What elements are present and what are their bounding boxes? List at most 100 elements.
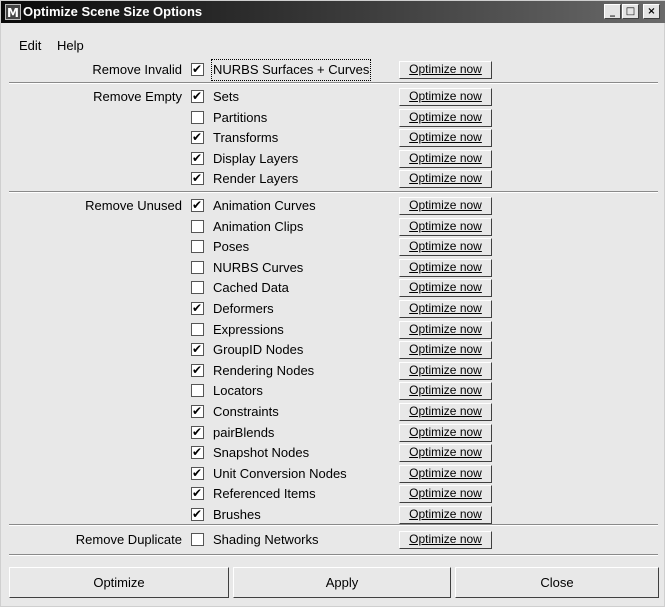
close-window-button[interactable]: × [643, 4, 660, 19]
option-label[interactable]: Snapshot Nodes [213, 443, 309, 463]
option-row: GroupID Nodes Optimize now [1, 340, 665, 360]
option-label[interactable]: Sets [213, 87, 239, 107]
optimize-now-button[interactable]: Optimize now [399, 444, 492, 462]
option-row: Poses Optimize now [1, 237, 665, 257]
option-label[interactable]: Shading Networks [213, 530, 319, 550]
menu-help[interactable]: Help [57, 37, 84, 55]
option-label[interactable]: Constraints [213, 402, 279, 422]
maya-app-icon[interactable]: M [5, 4, 21, 20]
optimize-now-button[interactable]: Optimize now [399, 150, 492, 168]
optimize-now-button[interactable]: Optimize now [399, 61, 492, 79]
optimize-now-button[interactable]: Optimize now [399, 218, 492, 236]
optimize-now-button[interactable]: Optimize now [399, 403, 492, 421]
section-label: Remove Duplicate [75, 532, 182, 547]
option-row: Remove Unused Animation Curves Optimize no… [1, 196, 665, 216]
optimize-now-button[interactable]: Optimize now [399, 300, 492, 318]
optimize-now-button[interactable]: Optimize now [399, 170, 492, 188]
minimize-button[interactable]: _ [604, 4, 621, 19]
option-row: Cached Data Optimize now [1, 278, 665, 298]
optimize-now-button[interactable]: Optimize now [399, 341, 492, 359]
option-label[interactable]: Animation Clips [213, 217, 303, 237]
optimize-now-button[interactable]: Optimize now [399, 506, 492, 524]
option-checkbox[interactable] [191, 150, 204, 166]
option-label[interactable]: Referenced Items [213, 484, 316, 504]
option-row: Remove Invalid NURBS Surfaces + Curves Opt… [1, 59, 665, 81]
option-checkbox[interactable] [191, 111, 204, 124]
optimize-now-button[interactable]: Optimize now [399, 88, 492, 106]
option-label[interactable]: Poses [213, 237, 249, 257]
optimize-now-button[interactable]: Optimize now [399, 382, 492, 400]
option-label[interactable]: NURBS Surfaces + Curves [210, 59, 372, 81]
option-checkbox[interactable] [191, 170, 204, 186]
option-label[interactable]: Partitions [213, 108, 267, 128]
optimize-now-button[interactable]: Optimize now [399, 238, 492, 256]
optimize-now-button[interactable]: Optimize now [399, 109, 492, 127]
option-checkbox[interactable] [191, 88, 204, 104]
option-label[interactable]: Locators [213, 381, 263, 401]
optimize-now-button[interactable]: Optimize now [399, 424, 492, 442]
option-row: Animation Clips Optimize now [1, 217, 665, 237]
option-checkbox[interactable] [191, 61, 204, 77]
optimize-now-button[interactable]: Optimize now [399, 279, 492, 297]
option-checkbox[interactable] [191, 403, 204, 419]
option-checkbox[interactable] [191, 506, 204, 522]
option-checkbox[interactable] [191, 485, 204, 501]
option-checkbox[interactable] [191, 424, 204, 440]
option-label[interactable]: Transforms [213, 128, 278, 148]
option-label[interactable]: Animation Curves [213, 196, 316, 216]
option-row: NURBS Curves Optimize now [1, 258, 665, 278]
title-bar[interactable]: M Optimize Scene Size Options _ □ × [1, 1, 665, 23]
option-checkbox[interactable] [191, 300, 204, 316]
option-checkbox[interactable] [191, 323, 204, 336]
option-checkbox[interactable] [191, 362, 204, 378]
option-label[interactable]: GroupID Nodes [213, 340, 303, 360]
menu-edit[interactable]: Edit [19, 37, 41, 55]
option-row: Rendering Nodes Optimize now [1, 361, 665, 381]
optimize-now-button[interactable]: Optimize now [399, 531, 492, 549]
optimize-now-button[interactable]: Optimize now [399, 197, 492, 215]
optimize-now-button[interactable]: Optimize now [399, 485, 492, 503]
maximize-button[interactable]: □ [622, 4, 639, 19]
option-label[interactable]: Render Layers [213, 169, 298, 189]
option-row: Brushes Optimize now [1, 505, 665, 525]
option-label[interactable]: Display Layers [213, 149, 298, 169]
optimize-now-button[interactable]: Optimize now [399, 465, 492, 483]
option-label[interactable]: NURBS Curves [213, 258, 303, 278]
option-label[interactable]: Brushes [213, 505, 261, 525]
option-label[interactable]: Cached Data [213, 278, 289, 298]
section-separator [9, 524, 658, 526]
section-separator [9, 191, 658, 193]
optimize-scene-size-window: M Optimize Scene Size Options _ □ × Edit… [0, 0, 665, 607]
optimize-now-button[interactable]: Optimize now [399, 259, 492, 277]
option-row: Deformers Optimize now [1, 299, 665, 319]
option-checkbox[interactable] [191, 533, 204, 546]
option-checkbox[interactable] [191, 444, 204, 460]
option-label[interactable]: pairBlends [213, 423, 274, 443]
close-button[interactable]: Close [455, 567, 659, 598]
option-label[interactable]: Deformers [213, 299, 274, 319]
button-area-separator [9, 554, 658, 556]
option-label[interactable]: Rendering Nodes [213, 361, 314, 381]
option-row: Transforms Optimize now [1, 128, 665, 148]
optimize-now-button[interactable]: Optimize now [399, 321, 492, 339]
option-checkbox[interactable] [191, 129, 204, 145]
option-label[interactable]: Unit Conversion Nodes [213, 464, 347, 484]
option-checkbox[interactable] [191, 384, 204, 397]
option-checkbox[interactable] [191, 281, 204, 294]
option-row: Unit Conversion Nodes Optimize now [1, 464, 665, 484]
optimize-now-button[interactable]: Optimize now [399, 362, 492, 380]
section-label: Remove Invalid [92, 62, 182, 77]
option-checkbox[interactable] [191, 220, 204, 233]
option-checkbox[interactable] [191, 240, 204, 253]
option-checkbox[interactable] [191, 465, 204, 481]
optimize-now-button[interactable]: Optimize now [399, 129, 492, 147]
option-row: Partitions Optimize now [1, 108, 665, 128]
optimize-button[interactable]: Optimize [9, 567, 229, 598]
apply-button[interactable]: Apply [233, 567, 451, 598]
option-row: Remove Duplicate Shading Networks Optimize… [1, 530, 665, 550]
option-checkbox[interactable] [191, 341, 204, 357]
option-checkbox[interactable] [191, 197, 204, 213]
option-label[interactable]: Expressions [213, 320, 284, 340]
option-checkbox[interactable] [191, 261, 204, 274]
option-row: pairBlends Optimize now [1, 423, 665, 443]
